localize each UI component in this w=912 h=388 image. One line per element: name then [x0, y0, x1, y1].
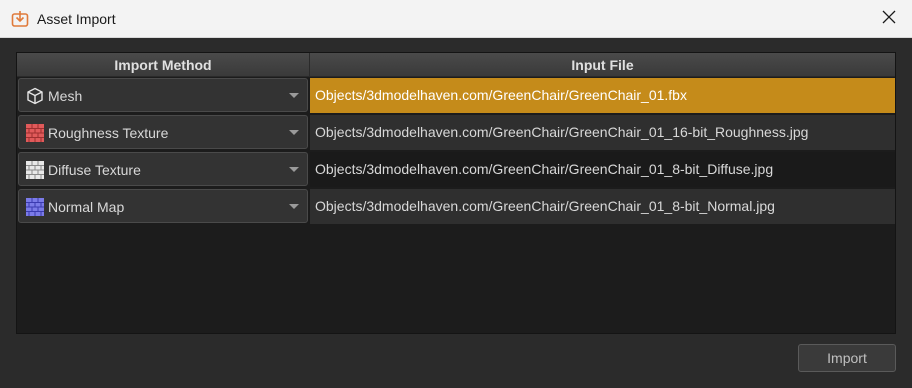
- close-button[interactable]: [866, 0, 912, 38]
- import-method-label: Diffuse Texture: [48, 162, 141, 178]
- title-bar: Asset Import: [0, 0, 912, 38]
- close-icon: [882, 10, 896, 29]
- column-header-import-method[interactable]: Import Method: [17, 53, 310, 77]
- input-file-cell[interactable]: Objects/3dmodelhaven.com/GreenChair/Gree…: [310, 152, 895, 187]
- column-header-input-file[interactable]: Input File: [310, 53, 895, 77]
- normal-map-icon: [26, 198, 44, 216]
- input-file-cell[interactable]: Objects/3dmodelhaven.com/GreenChair/Gree…: [310, 189, 895, 224]
- diffuse-texture-icon: [26, 161, 44, 179]
- cube-icon: [26, 87, 44, 105]
- import-table: Import Method Input File Mesh Objects/3d…: [16, 52, 896, 334]
- window-title: Asset Import: [37, 11, 116, 27]
- table-row[interactable]: Roughness Texture Objects/3dmodelhaven.c…: [17, 114, 895, 150]
- chevron-down-icon: [289, 204, 299, 209]
- roughness-texture-icon: [26, 124, 44, 142]
- import-method-label: Mesh: [48, 88, 83, 104]
- asset-import-dialog: Asset Import Import Method Input File Me…: [0, 0, 912, 388]
- input-file-cell[interactable]: Objects/3dmodelhaven.com/GreenChair/Gree…: [310, 115, 895, 150]
- table-row[interactable]: Mesh Objects/3dmodelhaven.com/GreenChair…: [17, 77, 895, 113]
- chevron-down-icon: [289, 93, 299, 98]
- table-row[interactable]: Diffuse Texture Objects/3dmodelhaven.com…: [17, 151, 895, 187]
- chevron-down-icon: [289, 130, 299, 135]
- table-row[interactable]: Normal Map Objects/3dmodelhaven.com/Gree…: [17, 188, 895, 224]
- import-method-label: Roughness Texture: [48, 125, 169, 141]
- import-method-select[interactable]: Diffuse Texture: [18, 152, 308, 186]
- import-method-select[interactable]: Roughness Texture: [18, 115, 308, 149]
- import-method-select[interactable]: Normal Map: [18, 189, 308, 223]
- input-file-cell[interactable]: Objects/3dmodelhaven.com/GreenChair/Gree…: [310, 78, 895, 113]
- chevron-down-icon: [289, 167, 299, 172]
- import-button[interactable]: Import: [798, 344, 896, 372]
- table-header: Import Method Input File: [17, 53, 895, 77]
- import-method-select[interactable]: Mesh: [18, 78, 308, 112]
- import-icon: [11, 10, 29, 28]
- import-method-label: Normal Map: [48, 199, 125, 215]
